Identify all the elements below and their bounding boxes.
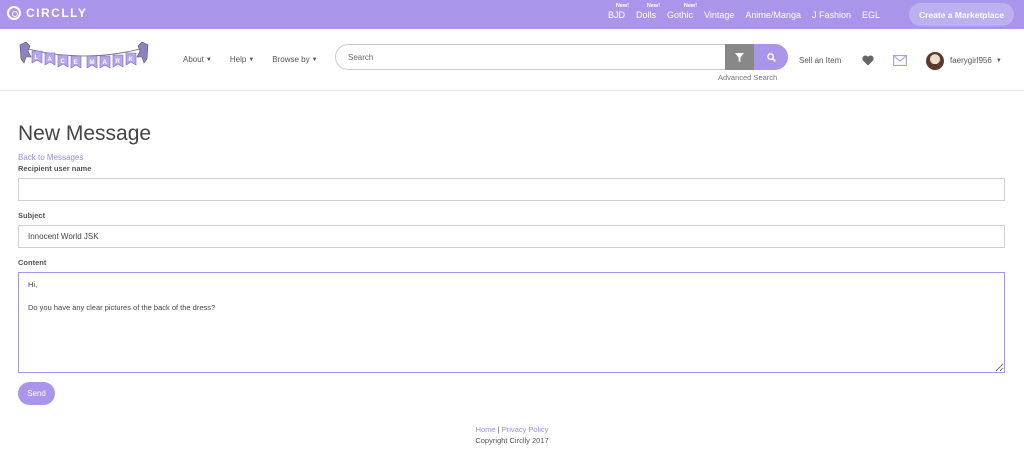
help-label: Help	[229, 55, 247, 64]
page-title: New Message	[18, 122, 152, 145]
svg-text:E: E	[74, 60, 78, 66]
subject-field[interactable]	[18, 225, 1005, 248]
home-link[interactable]: Home	[476, 425, 496, 434]
content-textarea[interactable]: Hi, Do you have any clear pictures of th…	[18, 272, 1005, 373]
top-bar: CIRCLLY BJD New! Dolls New! Gothic New! Vin…	[0, 0, 1024, 29]
filter-button[interactable]	[725, 44, 754, 70]
site-header: LACE MARK About▼ Help▼ Browse by▼ Advanc…	[0, 29, 1024, 91]
topnav-gothic[interactable]: Gothic New!	[667, 3, 697, 20]
svg-text:A: A	[103, 60, 108, 66]
caret-down-icon: ▼	[205, 56, 212, 63]
username-label: faerygirl956	[950, 56, 992, 65]
topnav-label: Gothic	[667, 9, 694, 20]
recipient-label: Recipient user name	[18, 164, 92, 173]
new-badge: New!	[615, 2, 630, 9]
browse-label: Browse by	[272, 55, 310, 64]
send-button[interactable]: Send	[18, 382, 55, 405]
subject-label: Subject	[18, 211, 46, 220]
new-badge: New!	[646, 2, 661, 9]
favorites-heart-icon[interactable]	[862, 53, 874, 71]
advanced-search-link[interactable]: Advanced Search	[718, 73, 777, 82]
search-button[interactable]	[754, 44, 788, 70]
new-badge: New!	[683, 2, 698, 9]
svg-text:A: A	[48, 57, 53, 63]
search-input[interactable]	[335, 44, 727, 70]
back-to-messages-link[interactable]: Back to Messages	[18, 153, 83, 162]
caret-down-icon: ▼	[995, 57, 1002, 64]
user-menu[interactable]: faerygirl956 ▼	[950, 56, 1002, 65]
filter-icon	[735, 52, 744, 62]
lace-market-banner-icon: LACE MARK	[19, 41, 149, 69]
topnav-bjd[interactable]: BJD New!	[608, 3, 629, 20]
about-menu[interactable]: About ▼	[183, 55, 212, 64]
search-icon	[766, 52, 776, 62]
circlly-logo-icon	[7, 6, 21, 20]
circlly-brand[interactable]: CIRCLLY	[7, 6, 87, 20]
sell-item-link[interactable]: Sell an Item	[799, 56, 841, 65]
footer: Home | Privacy Policy Copyright Circlly …	[0, 425, 1024, 446]
brand-name: CIRCLLY	[26, 6, 88, 20]
topnav-j-fashion[interactable]: J Fashion	[812, 10, 851, 20]
content-label: Content	[18, 258, 47, 267]
caret-down-icon: ▼	[248, 56, 255, 63]
svg-text:K: K	[129, 57, 134, 63]
main-nav: About ▼ Help ▼ Browse by ▼	[183, 55, 336, 64]
recipient-field[interactable]	[18, 178, 1005, 201]
svg-text:R: R	[116, 59, 121, 65]
topnav-label: Dolls	[636, 9, 657, 20]
create-marketplace-button[interactable]: Create a Marketplace	[909, 3, 1014, 26]
copyright: Copyright Circlly 2017	[475, 435, 549, 445]
help-menu[interactable]: Help ▼	[230, 55, 254, 64]
privacy-policy-link[interactable]: Privacy Policy	[502, 425, 549, 434]
caret-down-icon: ▼	[311, 56, 318, 63]
about-label: About	[183, 55, 204, 64]
messages-envelope-icon[interactable]	[893, 53, 907, 71]
topnav: BJD New! Dolls New! Gothic New! Vintage Ani…	[608, 0, 891, 29]
topnav-anime-manga[interactable]: Anime/Manga	[745, 10, 801, 20]
browse-by-menu[interactable]: Browse by ▼	[272, 55, 317, 64]
topnav-egl[interactable]: EGL	[862, 10, 880, 20]
svg-text:L: L	[35, 55, 39, 61]
topnav-dolls[interactable]: Dolls New!	[636, 3, 660, 20]
footer-separator: |	[497, 425, 500, 434]
avatar[interactable]	[926, 52, 944, 70]
lace-market-logo[interactable]: LACE MARK	[18, 41, 150, 77]
svg-text:C: C	[61, 59, 66, 65]
footer-links: Home | Privacy Policy	[0, 425, 1024, 436]
topnav-vintage[interactable]: Vintage	[704, 10, 734, 20]
topnav-label: BJD	[608, 9, 626, 20]
svg-text:M: M	[90, 60, 95, 66]
